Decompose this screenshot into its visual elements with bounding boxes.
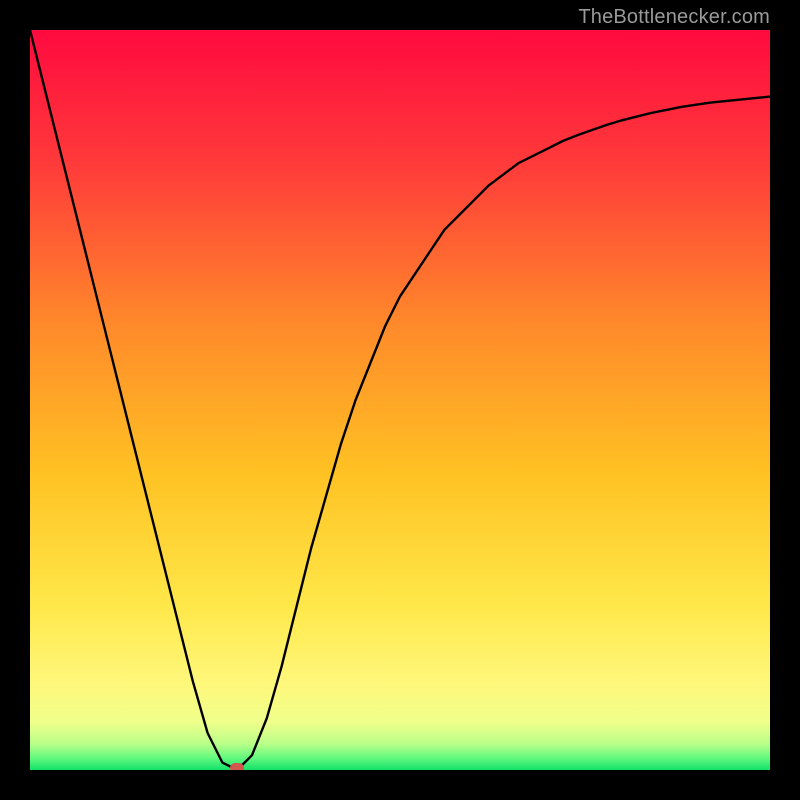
optimal-point-marker [230,763,244,770]
chart-frame: TheBottlenecker.com [0,0,800,800]
attribution-text: TheBottlenecker.com [578,6,770,29]
bottleneck-curve [30,30,770,770]
plot-area [30,30,770,770]
